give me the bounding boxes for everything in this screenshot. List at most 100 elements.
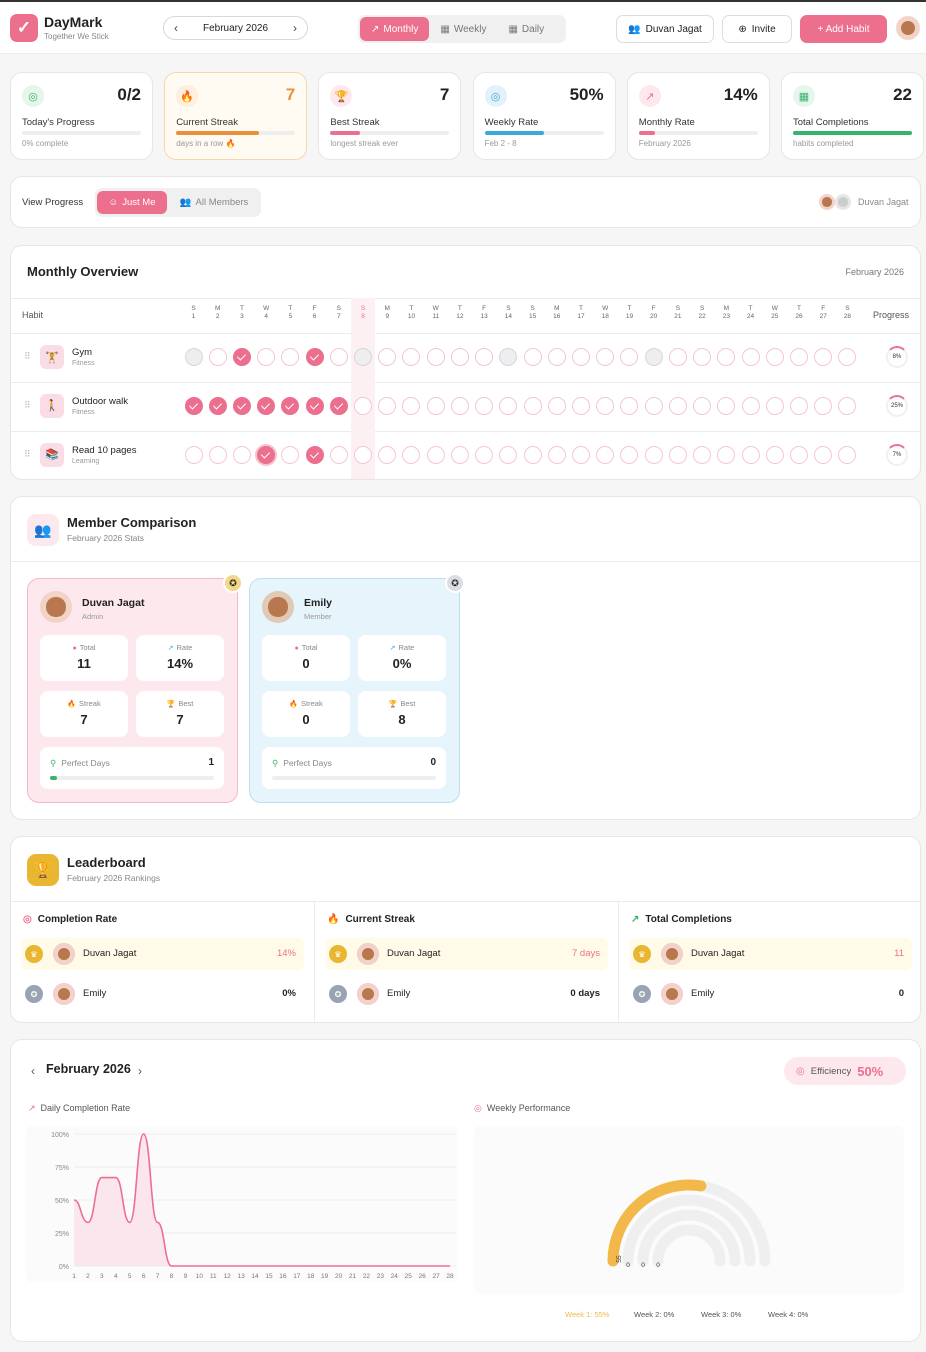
stat-label: Total Completions: [793, 117, 869, 128]
day-check-cell[interactable]: [596, 445, 615, 464]
tab-weekly[interactable]: ▦ Weekly: [429, 17, 497, 41]
day-check-cell[interactable]: [572, 445, 591, 464]
day-check-cell[interactable]: [354, 445, 373, 464]
day-check-cell[interactable]: [741, 348, 760, 366]
day-check-cell[interactable]: [693, 396, 712, 415]
day-check-cell[interactable]: [305, 445, 324, 464]
day-check-cell[interactable]: [717, 445, 736, 464]
day-check-cell[interactable]: [644, 445, 663, 464]
data-point: [435, 1265, 437, 1267]
day-check-cell[interactable]: [232, 348, 251, 366]
day-check-cell[interactable]: [475, 348, 494, 366]
just-me-button[interactable]: ☺ Just Me: [97, 191, 167, 214]
day-check-cell[interactable]: [523, 396, 542, 415]
ribbon-icon: ⚲: [50, 758, 57, 768]
day-check-cell[interactable]: [572, 348, 591, 366]
day-column-header: F 20: [642, 305, 666, 321]
day-check-cell[interactable]: [426, 445, 445, 464]
prev-month-icon[interactable]: ‹: [31, 1064, 35, 1078]
day-check-cell[interactable]: [378, 396, 397, 415]
day-check-cell[interactable]: [790, 445, 808, 464]
day-check-cell[interactable]: [547, 396, 566, 415]
habit-name[interactable]: Outdoor walk: [72, 396, 128, 407]
day-check-cell[interactable]: [184, 348, 203, 366]
day-check-cell[interactable]: [232, 396, 251, 415]
day-check-cell[interactable]: [450, 396, 469, 415]
day-check-cell[interactable]: [668, 445, 687, 464]
day-check-cell[interactable]: [644, 348, 663, 366]
day-check-cell[interactable]: [668, 348, 687, 366]
day-check-cell[interactable]: [184, 396, 203, 415]
day-check-cell[interactable]: [572, 396, 591, 415]
day-check-cell[interactable]: [475, 396, 494, 415]
day-check-cell[interactable]: [620, 445, 639, 464]
day-check-cell[interactable]: [547, 348, 566, 366]
day-check-cell[interactable]: [450, 348, 469, 366]
day-check-cell[interactable]: [741, 445, 760, 464]
day-check-cell[interactable]: [354, 396, 373, 415]
day-check-cell[interactable]: [281, 445, 300, 464]
day-check-cell[interactable]: [644, 396, 663, 415]
drag-handle-icon[interactable]: ⠿: [24, 400, 31, 411]
next-month-icon[interactable]: ›: [293, 21, 297, 35]
day-check-cell[interactable]: [838, 445, 857, 464]
day-check-cell[interactable]: [693, 445, 712, 464]
habit-name[interactable]: Gym: [72, 347, 92, 358]
drag-handle-icon[interactable]: ⠿: [24, 449, 31, 460]
day-check-cell[interactable]: [450, 445, 469, 464]
day-check-cell[interactable]: [790, 348, 808, 366]
day-check-cell[interactable]: [475, 445, 494, 464]
day-check-cell[interactable]: [257, 445, 276, 464]
day-check-cell[interactable]: [499, 445, 518, 464]
day-check-cell[interactable]: [329, 445, 348, 464]
day-check-cell[interactable]: [741, 396, 760, 415]
day-check-cell[interactable]: [329, 396, 348, 415]
day-check-cell[interactable]: [184, 445, 203, 464]
drag-handle-icon[interactable]: ⠿: [24, 351, 31, 362]
day-check-cell[interactable]: [814, 396, 833, 415]
day-check-cell[interactable]: [765, 445, 784, 464]
day-check-cell[interactable]: [426, 348, 445, 366]
day-check-cell[interactable]: [208, 396, 227, 415]
day-check-cell[interactable]: [814, 445, 833, 464]
leaderboard-value: 7 days: [572, 948, 600, 959]
day-check-cell[interactable]: [547, 445, 566, 464]
day-check-cell[interactable]: [596, 396, 615, 415]
day-check-cell[interactable]: [305, 396, 324, 415]
day-check-cell[interactable]: [790, 396, 808, 415]
add-habit-button[interactable]: + Add Habit: [800, 15, 887, 43]
day-check-cell[interactable]: [426, 396, 445, 415]
day-check-cell[interactable]: [257, 396, 276, 415]
invite-button[interactable]: ⊕ Invite: [722, 15, 792, 43]
day-check-cell[interactable]: [668, 396, 687, 415]
profile-avatar[interactable]: [896, 16, 920, 40]
day-check-cell[interactable]: [378, 445, 397, 464]
day-check-cell[interactable]: [305, 348, 324, 366]
app-logo[interactable]: ✓: [10, 14, 38, 42]
all-members-button[interactable]: 👥 All Members: [171, 191, 257, 214]
day-check-cell[interactable]: [208, 445, 227, 464]
tab-daily[interactable]: ▦ Daily: [497, 17, 555, 41]
day-check-cell[interactable]: [208, 348, 227, 366]
stat-subtext: habits completed: [793, 139, 854, 148]
day-letter: T: [457, 305, 462, 312]
day-check-cell[interactable]: [693, 348, 712, 366]
leaderboard-column-title-text: Current Streak: [345, 914, 415, 925]
day-check-cell[interactable]: [354, 348, 373, 366]
day-check-cell[interactable]: [402, 445, 421, 464]
data-point: [184, 1265, 186, 1267]
arc-label: 0: [641, 1262, 645, 1269]
tab-monthly[interactable]: ↗ Monthly: [360, 17, 430, 41]
day-check-cell[interactable]: [765, 396, 784, 415]
data-point: [143, 1133, 145, 1135]
day-number: 26: [795, 313, 803, 320]
day-check-cell[interactable]: [329, 348, 348, 366]
day-check-cell[interactable]: [765, 348, 784, 366]
day-check-cell[interactable]: [523, 348, 542, 366]
prev-month-icon[interactable]: ‹: [174, 21, 178, 35]
next-month-icon[interactable]: ›: [138, 1064, 142, 1078]
day-check-cell[interactable]: [523, 445, 542, 464]
day-check-cell[interactable]: [232, 445, 251, 464]
user-button[interactable]: 👥 Duvan Jagat: [616, 15, 714, 43]
habit-name[interactable]: Read 10 pages: [72, 445, 136, 456]
